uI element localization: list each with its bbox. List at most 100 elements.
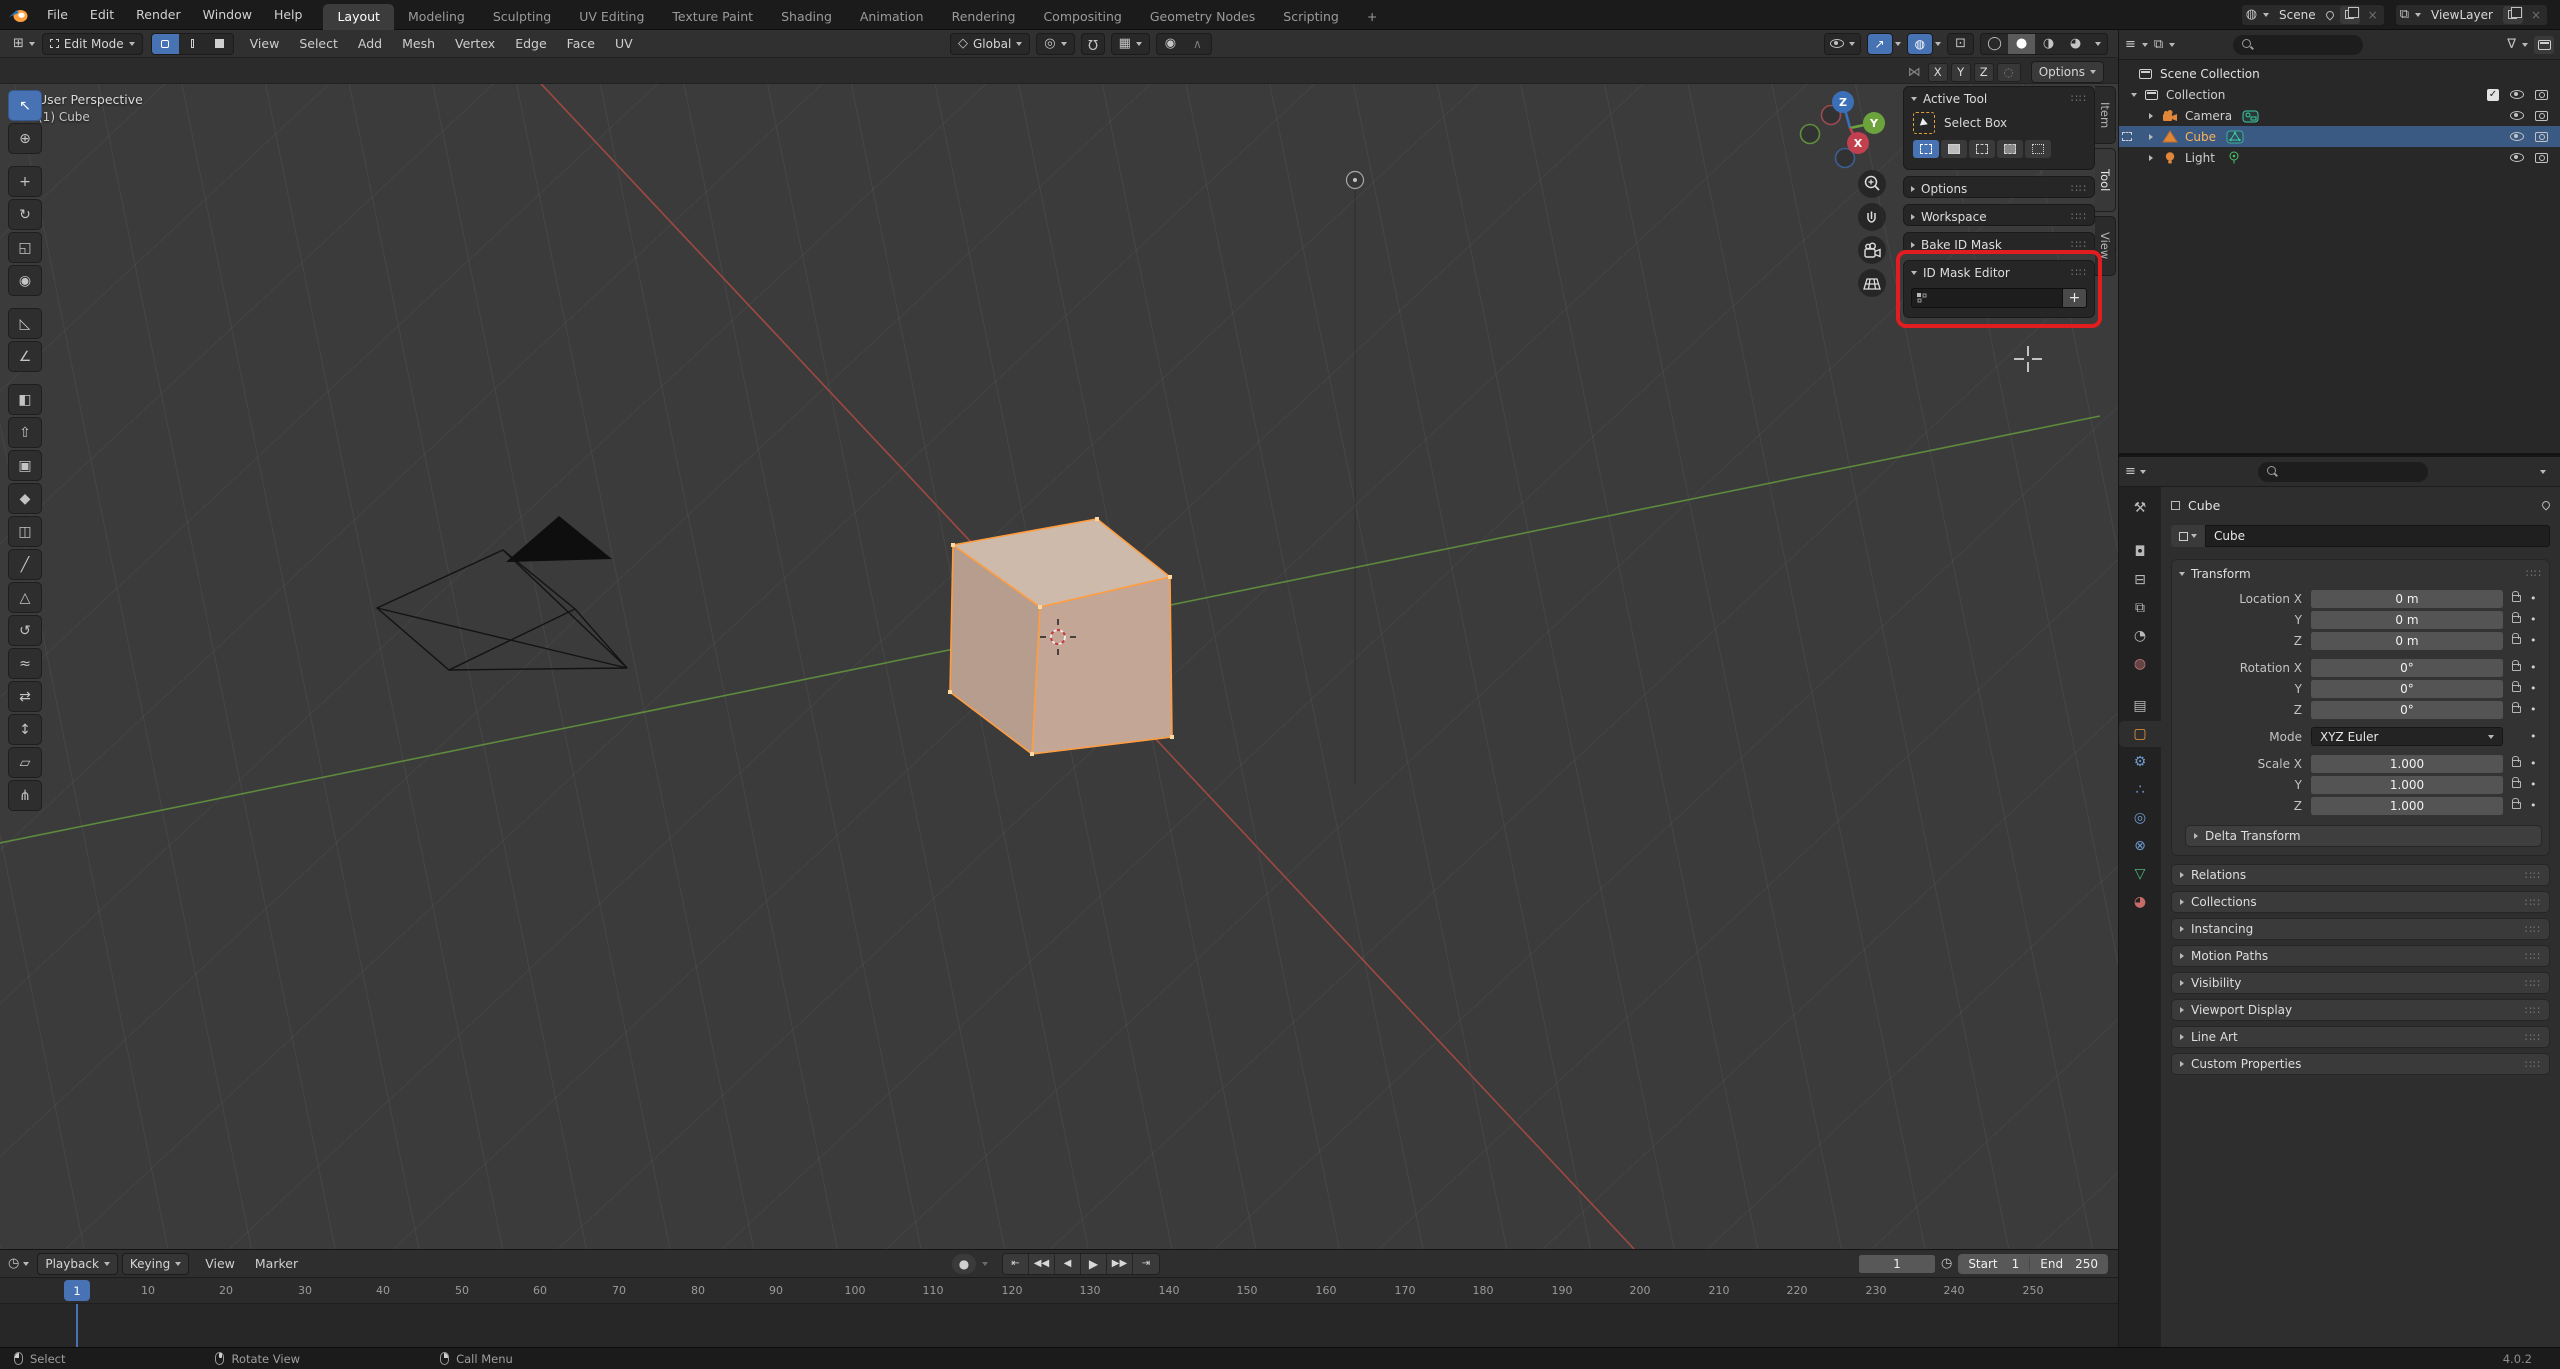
lock-icon[interactable] bbox=[2512, 591, 2521, 602]
scene-name[interactable]: Scene bbox=[2275, 8, 2320, 22]
tab-view-layer[interactable]: ⧉ bbox=[2119, 595, 2161, 621]
menu-marker[interactable]: Marker bbox=[245, 1256, 308, 1271]
overlays-dropdown[interactable] bbox=[1935, 41, 1942, 46]
select-mode-subtract[interactable] bbox=[1969, 140, 1995, 158]
snap-target-dropdown[interactable]: ▦ bbox=[1110, 32, 1150, 55]
expand-icon[interactable] bbox=[2149, 154, 2153, 161]
gizmos-toggle[interactable]: ↗ bbox=[1866, 32, 1893, 55]
drag-dots-icon[interactable]: ∷∷ bbox=[2071, 92, 2087, 105]
menu-render[interactable]: Render bbox=[125, 0, 192, 30]
play-button[interactable]: ▶ bbox=[1081, 1253, 1107, 1274]
render-visibility-icon[interactable] bbox=[2535, 110, 2548, 121]
xray-toggle[interactable]: ⊡ bbox=[1947, 32, 1974, 55]
keying-dropdown[interactable]: Keying bbox=[121, 1252, 190, 1275]
current-frame-marker[interactable]: 1 bbox=[64, 1280, 90, 1301]
animate-dot[interactable]: • bbox=[2530, 778, 2537, 791]
tab-material[interactable]: ◕ bbox=[2119, 889, 2161, 915]
lock-icon[interactable] bbox=[2512, 798, 2521, 809]
tool-rotate[interactable]: ↻ bbox=[8, 199, 42, 230]
animate-dot[interactable]: • bbox=[2530, 757, 2537, 770]
tab-scripting[interactable]: Scripting bbox=[1269, 4, 1353, 30]
tool-extrude[interactable]: ⇧ bbox=[8, 417, 42, 448]
viewlayer-selector[interactable]: ⧉ ViewLayer × bbox=[2394, 3, 2548, 26]
proportional-falloff-dropdown[interactable]: ∧ bbox=[1184, 34, 1211, 54]
panel-custom-properties[interactable]: Custom Properties ∷∷ bbox=[2171, 1053, 2550, 1075]
tab-compositing[interactable]: Compositing bbox=[1029, 4, 1135, 30]
hide-icon[interactable] bbox=[2510, 132, 2524, 141]
editor-type-icon[interactable]: ≡ bbox=[2125, 465, 2136, 478]
jump-to-start-button[interactable]: ⇤ bbox=[1003, 1253, 1029, 1274]
breadcrumb-object[interactable]: Cube bbox=[2188, 498, 2220, 513]
expand-icon[interactable] bbox=[2149, 133, 2153, 140]
menu-edge[interactable]: Edge bbox=[505, 36, 556, 51]
tab-render[interactable]: ◘ bbox=[2119, 539, 2161, 565]
tab-layout[interactable]: Layout bbox=[323, 3, 394, 30]
tab-modeling[interactable]: Modeling bbox=[394, 4, 479, 30]
tool-inset-faces[interactable]: ▣ bbox=[8, 450, 42, 481]
menu-vertex[interactable]: Vertex bbox=[445, 36, 505, 51]
menu-add[interactable]: Add bbox=[348, 36, 392, 51]
tab-particles[interactable]: ∴ bbox=[2119, 777, 2161, 803]
filter-icon[interactable]: ∇ bbox=[2507, 38, 2516, 51]
tab-texture-paint[interactable]: Texture Paint bbox=[658, 4, 767, 30]
mirror-z-button[interactable]: Z bbox=[1973, 62, 1994, 82]
tab-sculpting[interactable]: Sculpting bbox=[479, 4, 565, 30]
camera-view-button[interactable] bbox=[1858, 236, 1886, 264]
object-id-dropdown[interactable] bbox=[2171, 525, 2205, 547]
tool-shear[interactable]: ▱ bbox=[8, 747, 42, 778]
tab-output[interactable]: ⊟ bbox=[2119, 567, 2161, 593]
animate-dot[interactable]: • bbox=[2530, 634, 2537, 647]
panel-line-art[interactable]: Line Art ∷∷ bbox=[2171, 1026, 2550, 1048]
tool-shrink-fatten[interactable]: ↕ bbox=[8, 714, 42, 745]
expand-icon[interactable] bbox=[2131, 92, 2137, 97]
tool-poly-build[interactable]: △ bbox=[8, 582, 42, 613]
tool-spin[interactable]: ↺ bbox=[8, 615, 42, 646]
hide-icon[interactable] bbox=[2510, 90, 2524, 99]
overlays-toggle[interactable]: ◍ bbox=[1906, 32, 1934, 55]
rotation-mode-dropdown[interactable]: XYZ Euler bbox=[2311, 727, 2503, 746]
tab-animation[interactable]: Animation bbox=[846, 4, 938, 30]
animate-dot[interactable]: • bbox=[2530, 661, 2537, 674]
menu-view[interactable]: View bbox=[240, 36, 290, 51]
render-visibility-icon[interactable] bbox=[2535, 89, 2548, 100]
panel-visibility[interactable]: Visibility ∷∷ bbox=[2171, 972, 2550, 994]
play-reverse-button[interactable]: ◀ bbox=[1055, 1253, 1081, 1274]
active-tool-name[interactable]: Select Box bbox=[1944, 116, 2007, 130]
lock-icon[interactable] bbox=[2512, 777, 2521, 788]
select-mode-invert[interactable] bbox=[1997, 140, 2023, 158]
outliner-row-cube[interactable]: Cube bbox=[2119, 126, 2560, 147]
mirror-y-button[interactable]: Y bbox=[1950, 62, 1971, 82]
hide-icon[interactable] bbox=[2510, 153, 2524, 162]
options-dropdown[interactable]: Options bbox=[2030, 61, 2104, 83]
menu-mesh[interactable]: Mesh bbox=[392, 36, 445, 51]
light-object[interactable] bbox=[1345, 170, 1365, 190]
outliner-row-light[interactable]: Light bbox=[2119, 147, 2560, 168]
viewport-canvas[interactable]: User Perspective (1) Cube ↖ ⊕ + ↻ ◱ ◉ ◺ … bbox=[0, 84, 2118, 1249]
vertex-select-button[interactable] bbox=[151, 33, 179, 54]
shading-rendered-button[interactable]: ◕ bbox=[2062, 34, 2089, 54]
outliner-row-collection[interactable]: Collection ✓ bbox=[2119, 84, 2560, 105]
location-z-field[interactable]: 0 m bbox=[2311, 631, 2503, 650]
lock-icon[interactable] bbox=[2512, 756, 2521, 767]
tab-collection[interactable]: ▤ bbox=[2119, 693, 2161, 719]
snap-individual-icon[interactable]: ◌ bbox=[1996, 62, 2021, 82]
animate-dot[interactable]: • bbox=[2530, 703, 2537, 716]
location-y-field[interactable]: 0 m bbox=[2311, 610, 2503, 629]
tool-smooth[interactable]: ≈ bbox=[8, 648, 42, 679]
render-visibility-icon[interactable] bbox=[2535, 131, 2548, 142]
tab-scene[interactable]: ◔ bbox=[2119, 623, 2161, 649]
lock-icon[interactable] bbox=[2512, 612, 2521, 623]
menu-uv[interactable]: UV bbox=[605, 36, 643, 51]
outliner-row-camera[interactable]: Camera bbox=[2119, 105, 2560, 126]
delta-transform-panel[interactable]: Delta Transform bbox=[2185, 825, 2542, 847]
animate-dot[interactable]: • bbox=[2530, 592, 2537, 605]
tool-scale[interactable]: ◱ bbox=[8, 232, 42, 263]
expand-icon[interactable] bbox=[2149, 112, 2153, 119]
next-keyframe-button[interactable]: ▶▶ bbox=[1107, 1253, 1133, 1274]
viewlayer-name[interactable]: ViewLayer bbox=[2427, 8, 2497, 22]
tab-constraints[interactable]: ⊗ bbox=[2119, 833, 2161, 859]
collection-checkbox[interactable]: ✓ bbox=[2487, 88, 2499, 101]
lock-icon[interactable] bbox=[2512, 660, 2521, 671]
gizmo-minus-y[interactable] bbox=[1799, 123, 1821, 145]
timeline-ruler[interactable]: 10 20 30 40 50 60 70 80 90 100 110 120 1… bbox=[0, 1278, 2118, 1304]
